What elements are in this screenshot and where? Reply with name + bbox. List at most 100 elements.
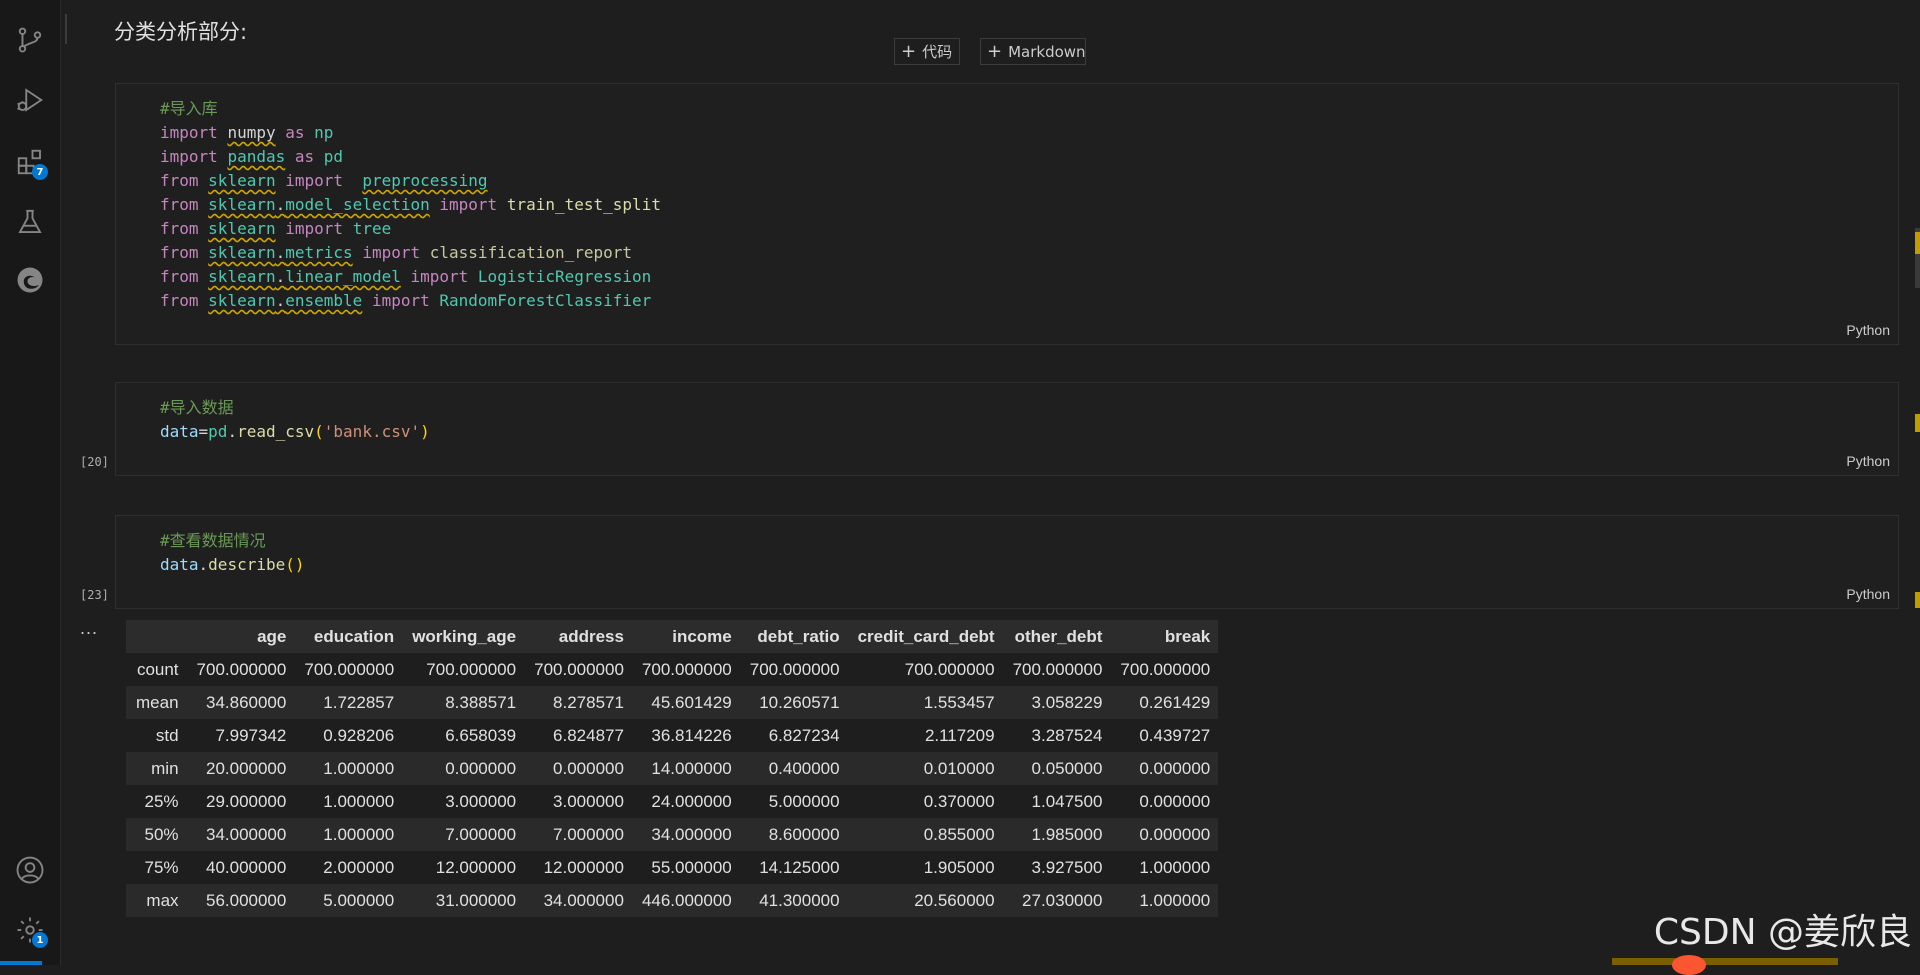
table-cell: 3.927500 [1031,857,1103,877]
testing-icon[interactable] [10,202,50,242]
code-cell-imports[interactable]: #导入库 import numpy as np import pandas as… [115,83,1899,345]
code-token: data [160,422,199,441]
cell-language-label[interactable]: Python [1846,453,1890,469]
table-cell: 5.000000 [323,890,395,910]
table-cell: 1.000000 [1139,857,1211,877]
execution-count: [20] [80,455,109,469]
bottom-overlay-bar [1612,958,1838,965]
table-cell: 0.439727 [1139,725,1211,745]
code-comment: #导入数据 [160,398,234,417]
table-column-header: credit_card_debt [847,620,1003,653]
add-markdown-cell-button[interactable]: + Markdown [980,38,1086,65]
code-token: import [371,291,430,310]
scrollbar-warning-marker [1915,414,1920,432]
settings-gear-icon[interactable]: 1 [10,910,50,950]
code-cell-load-data[interactable]: #导入数据 data=pd.read_csv('bank.csv') Pytho… [115,382,1899,476]
table-row-label: 75% [144,857,179,877]
code-token: linear_model [285,267,401,286]
code-token: read_csv [237,422,315,441]
table-cell: 1.000000 [323,758,395,778]
table-cell: 3.000000 [553,791,624,811]
table-cell: 0.000000 [553,758,624,778]
activity-bar: 7 1 [0,0,61,965]
table-cell: 1.985000 [1031,824,1103,844]
table-cell: 40.000000 [205,857,287,877]
table-row-label: 25% [144,791,179,811]
table-cell: 24.000000 [651,791,732,811]
describe-output-table: age education working_age address income debt… [126,620,1219,917]
code-token: import [160,147,218,166]
table-cell: 41.300000 [759,890,840,910]
code-comment: #导入库 [160,99,218,118]
code-token: sklearn [208,291,276,310]
table-column-header: income [631,620,740,653]
table-cell: 700.000000 [1012,659,1103,679]
code-token: ) [420,422,430,441]
table-cell: 1.047500 [1031,791,1103,811]
table-column-header: education [294,620,403,653]
table-cell: 700.000000 [196,659,287,679]
table-cell: 7.000000 [445,824,517,844]
table-cell: 0.370000 [923,791,995,811]
table-cell: 12.000000 [543,857,624,877]
code-editor[interactable]: #导入库 import numpy as np import pandas as… [116,84,1898,313]
code-cell-describe[interactable]: #查看数据情况 data.describe() Python [115,515,1899,609]
code-editor[interactable]: #查看数据情况 data.describe() [116,516,1898,577]
code-editor[interactable]: #导入数据 data=pd.read_csv('bank.csv') [116,383,1898,444]
code-token: from [160,171,199,190]
source-control-icon[interactable] [10,20,50,60]
code-token: as [285,123,305,142]
table-row: mean 34.860000 1.722857 8.388571 8.278571 45.… [126,686,1219,719]
table-row: 75% 40.000000 2.000000 12.000000 12.000000 55… [126,851,1219,884]
notebook-editor: 分类分析部分: + 代码 + Markdown #导入库 import nump… [60,0,1920,965]
table-cell: 8.600000 [768,824,840,844]
table-cell: 700.000000 [426,659,517,679]
edge-browser-icon[interactable] [10,260,50,300]
table-row-label: 50% [144,824,179,844]
add-markdown-label: Markdown [1008,42,1086,61]
code-comment: #查看数据情况 [160,531,266,550]
table-cell: 55.000000 [651,857,732,877]
table-cell: 6.824877 [553,725,624,745]
table-cell: 20.000000 [205,758,287,778]
code-token: ensemble [285,291,363,310]
cell-language-label[interactable]: Python [1846,322,1890,338]
table-column-header: address [524,620,632,653]
code-token: from [160,195,199,214]
table-cell: 700.000000 [641,659,732,679]
code-token: metrics [285,243,353,262]
cell-language-label[interactable]: Python [1846,586,1890,602]
code-token: describe [208,555,286,574]
extensions-icon[interactable]: 7 [10,142,50,182]
table-cell: 700.000000 [304,659,395,679]
table-cell: 1.905000 [923,857,995,877]
table-cell: 34.000000 [543,890,624,910]
code-token: import [439,195,498,214]
table-cell: 27.030000 [1022,890,1103,910]
code-token: . [198,555,209,574]
table-cell: 1.000000 [323,824,395,844]
code-token: from [160,291,199,310]
add-code-cell-button[interactable]: + 代码 [894,38,960,65]
table-column-header: working_age [402,620,525,653]
table-cell: 0.928206 [323,725,395,745]
run-debug-icon[interactable] [10,80,50,120]
table-cell: 29.000000 [205,791,287,811]
scrollbar-warning-marker [1915,592,1920,608]
table-cell: 2.117209 [924,725,995,745]
table-cell: 700.000000 [749,659,840,679]
table-cell: 34.860000 [205,692,287,712]
account-icon[interactable] [10,850,50,890]
table-column-header: age [186,620,295,653]
output-actions-button[interactable]: ... [80,618,98,639]
table-row: max 56.000000 5.000000 31.000000 34.000000 44… [126,884,1219,917]
table-cell: 0.000000 [1139,824,1211,844]
table-row-label: mean [136,692,179,712]
code-token: () [285,555,305,574]
table-cell: 14.125000 [759,857,840,877]
code-token: from [160,267,199,286]
code-token: classification_report [429,243,633,262]
extensions-badge: 7 [32,164,48,180]
table-cell: 6.658039 [445,725,517,745]
code-token: from [160,219,199,238]
